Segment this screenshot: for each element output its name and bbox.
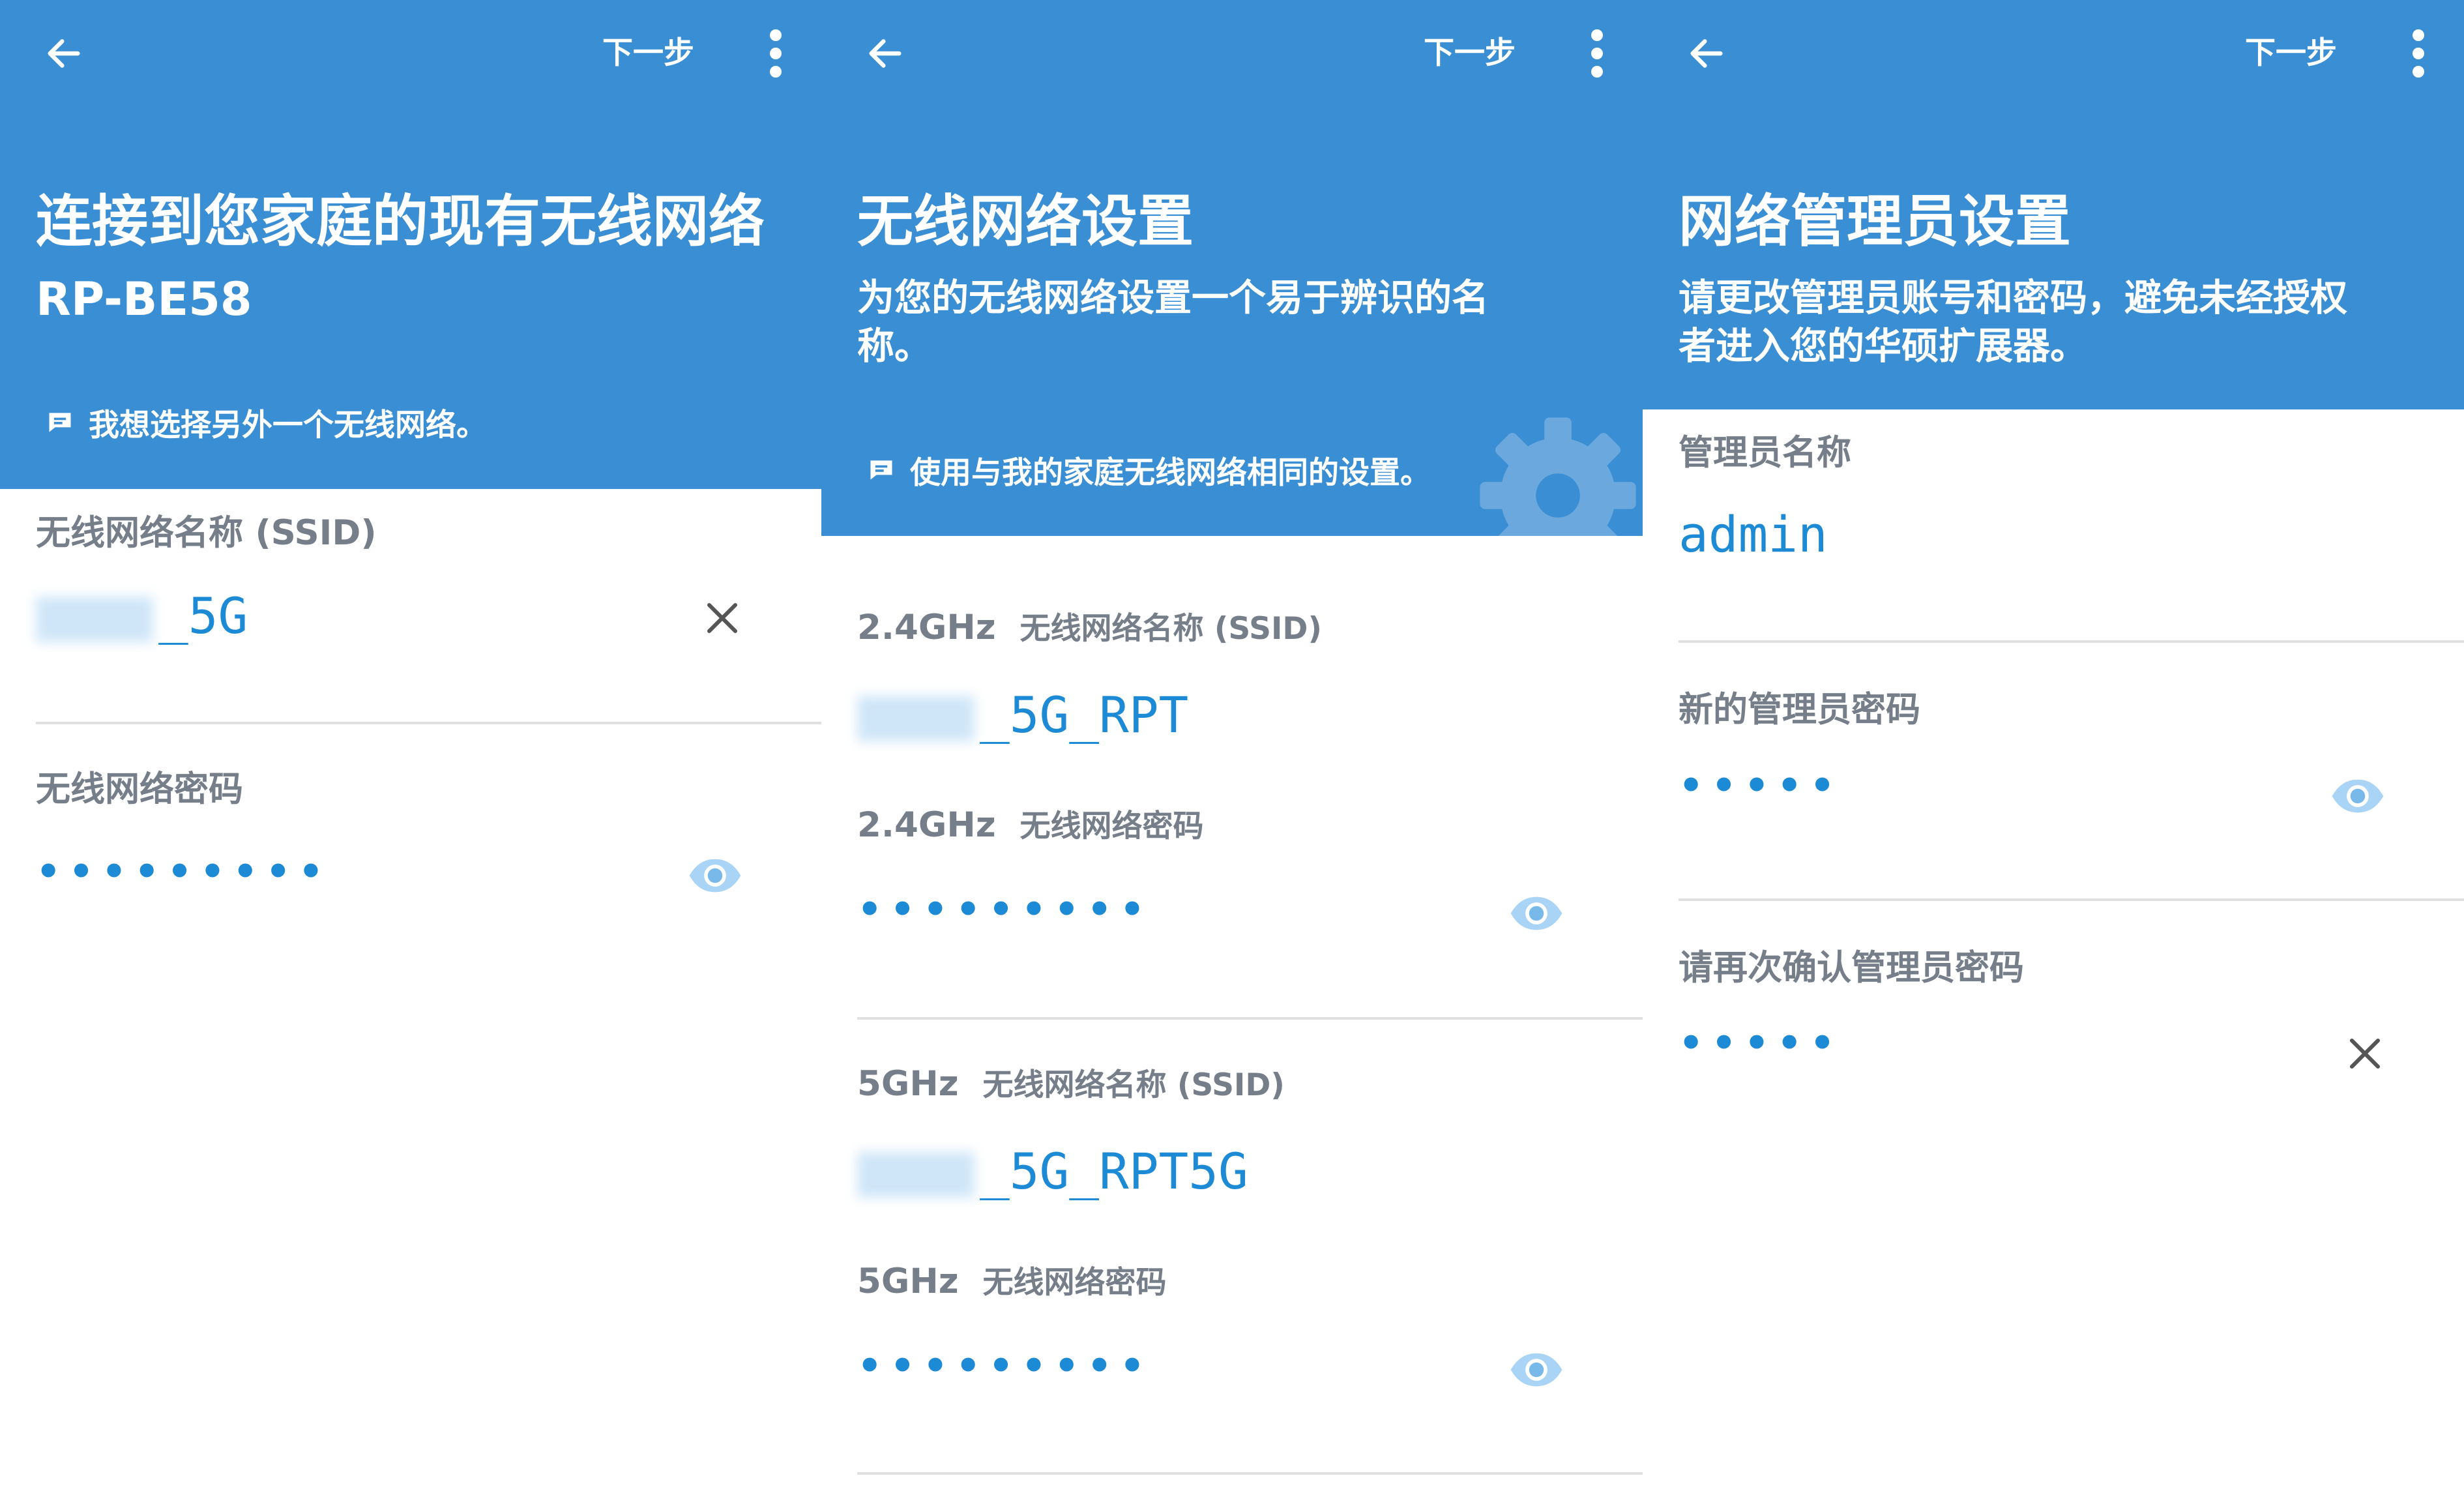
choose-other-network-link[interactable]: 我想选择另外一个无线网络。	[46, 400, 487, 445]
header: 下一步 网络管理员设置 请更改管理员账号和密码，避免未经授权 者进入您的华硕扩展…	[1643, 0, 2464, 409]
new-password-input[interactable]: •••••	[1679, 763, 1843, 808]
page-title: 连接到您家庭的现有无线网络	[36, 189, 765, 254]
ssid-value: _5G	[158, 587, 248, 645]
ssid-input[interactable]: _5G	[36, 587, 248, 645]
panel-connect-existing-network: 下一步 连接到您家庭的现有无线网络 RP-BE58 我想选择另外一个无线网络。 …	[0, 0, 821, 1508]
password-label: 无线网络密码	[36, 769, 243, 809]
ssid-24-label: 2.4GHz 无线网络名称 (SSID)	[857, 603, 1322, 648]
chat-bubble-icon	[49, 412, 71, 432]
page-title: 无线网络设置	[857, 189, 1194, 254]
redacted-name	[36, 597, 153, 642]
more-vert-icon[interactable]	[1584, 29, 1610, 78]
back-arrow-icon[interactable]	[43, 33, 85, 74]
use-same-settings-link[interactable]: 使用与我的家庭无线网络相同的设置。	[867, 447, 1431, 492]
field-label: 无线网络名称 (SSID)	[1019, 611, 1322, 647]
ssid-5-input[interactable]: _5G_RPT5G	[857, 1142, 1248, 1200]
admin-name-label: 管理员名称	[1679, 433, 1851, 473]
gear-icon	[1480, 417, 1636, 536]
band-label: 2.4GHz	[857, 608, 996, 647]
password-5-input[interactable]: •••••••••	[857, 1343, 1152, 1389]
header: 下一步 无线网络设置 为您的无线网络设置一个易于辨识的名 称。 使用与我的家庭无…	[821, 0, 1643, 536]
eye-icon[interactable]	[1507, 1351, 1566, 1389]
divider	[1679, 640, 2464, 643]
device-model: RP-BE58	[36, 273, 252, 326]
page-subtitle: 为您的无线网络设置一个易于辨识的名 称。	[857, 274, 1489, 370]
new-password-label: 新的管理员密码	[1679, 690, 1920, 730]
divider	[857, 1472, 1643, 1475]
password-24-input[interactable]: •••••••••	[857, 887, 1152, 932]
confirm-password-label: 请再次确认管理员密码	[1679, 948, 2024, 988]
subtitle-line: 请更改管理员账号和密码，避免未经授权	[1679, 276, 2347, 319]
redacted-name	[857, 696, 975, 741]
panel-wireless-settings: 下一步 无线网络设置 为您的无线网络设置一个易于辨识的名 称。 使用与我的家庭无…	[821, 0, 1643, 1508]
chat-bubble-icon	[870, 460, 892, 480]
divider	[857, 1017, 1643, 1020]
ssid-24-input[interactable]: _5G_RPT	[857, 686, 1188, 744]
password-24-label: 2.4GHz 无线网络密码	[857, 801, 1204, 846]
band-label: 2.4GHz	[857, 805, 996, 845]
use-same-settings-label: 使用与我的家庭无线网络相同的设置。	[910, 455, 1431, 491]
more-vert-icon[interactable]	[2405, 29, 2431, 78]
field-label: 无线网络密码	[982, 1265, 1167, 1301]
close-icon[interactable]	[2345, 1034, 2384, 1073]
ssid-label: 无线网络名称 (SSID)	[36, 513, 377, 553]
page-subtitle: 请更改管理员账号和密码，避免未经授权 者进入您的华硕扩展器。	[1679, 274, 2347, 370]
next-button[interactable]: 下一步	[2245, 33, 2337, 74]
ssid-5-label: 5GHz 无线网络名称 (SSID)	[857, 1059, 1285, 1104]
eye-icon[interactable]	[686, 857, 744, 894]
choose-other-network-label: 我想选择另外一个无线网络。	[89, 407, 487, 443]
field-label: 无线网络密码	[1019, 808, 1204, 844]
admin-name-input[interactable]: admin	[1679, 505, 1828, 563]
redacted-name	[857, 1152, 975, 1198]
band-label: 5GHz	[857, 1064, 959, 1104]
eye-icon[interactable]	[2328, 777, 2387, 815]
next-button[interactable]: 下一步	[602, 33, 694, 74]
panel-admin-settings: 下一步 网络管理员设置 请更改管理员账号和密码，避免未经授权 者进入您的华硕扩展…	[1643, 0, 2464, 1508]
back-arrow-icon[interactable]	[864, 33, 906, 74]
ssid-5-value: _5G_RPT5G	[980, 1142, 1248, 1200]
next-button[interactable]: 下一步	[1424, 33, 1516, 74]
page-title: 网络管理员设置	[1679, 189, 2071, 254]
divider	[36, 722, 821, 724]
subtitle-line: 为您的无线网络设置一个易于辨识的名	[857, 276, 1489, 319]
subtitle-line: 称。	[857, 325, 931, 368]
subtitle-line: 者进入您的华硕扩展器。	[1679, 325, 2087, 368]
close-icon[interactable]	[703, 599, 742, 638]
field-label: 无线网络名称 (SSID)	[982, 1067, 1285, 1103]
back-arrow-icon[interactable]	[1686, 33, 1727, 74]
header: 下一步 连接到您家庭的现有无线网络 RP-BE58 我想选择另外一个无线网络。	[0, 0, 821, 489]
eye-icon[interactable]	[1507, 894, 1566, 932]
password-input[interactable]: •••••••••	[36, 849, 331, 894]
ssid-24-value: _5G_RPT	[980, 686, 1189, 744]
divider	[1679, 898, 2464, 901]
more-vert-icon[interactable]	[763, 29, 789, 78]
password-5-label: 5GHz 无线网络密码	[857, 1257, 1167, 1302]
confirm-password-input[interactable]: •••••	[1679, 1020, 1843, 1066]
band-label: 5GHz	[857, 1262, 959, 1301]
